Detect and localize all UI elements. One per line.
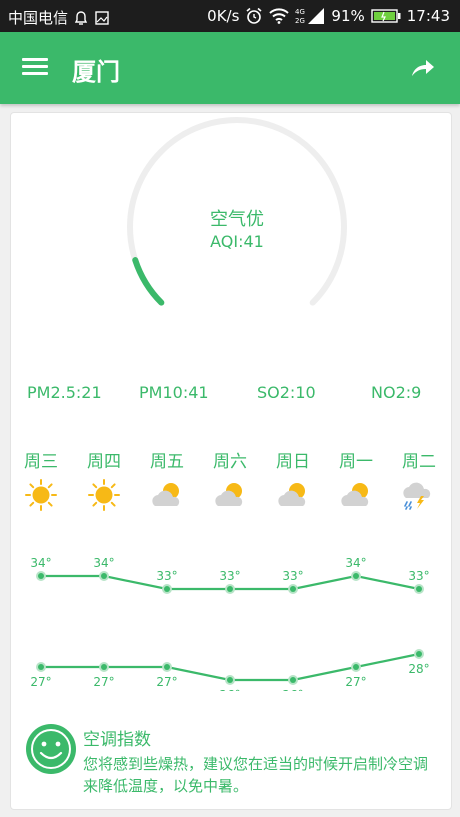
app-toolbar: 厦门: [0, 32, 460, 104]
forecast-day: 周二: [394, 447, 444, 512]
low-temp-point: [227, 677, 233, 683]
partly-cloudy-icon: [278, 483, 306, 506]
temperature-chart: 34° 34° 33° 33° 33° 34° 33° 27° 27° 27° 26° 26° 27° 2…: [30, 556, 429, 691]
high-temp-point: [227, 586, 233, 592]
forecast-day: 周六: [205, 447, 255, 512]
low-temp-point: [416, 651, 422, 657]
high-temp-label: 34°: [93, 556, 114, 570]
low-temp-point: [290, 677, 296, 683]
low-temp-point: [353, 664, 359, 670]
svg-text:4G: 4G: [295, 8, 305, 16]
low-temp-point: [164, 664, 170, 670]
forecast-day: 周四: [79, 447, 129, 512]
day-name: 周一: [339, 452, 373, 472]
ac-index-description: 您将感到些燥热，建议您在适当的时候开启制冷空调来降低温度，以免中暑。: [83, 755, 429, 795]
thunderstorm-icon: [403, 482, 431, 510]
wifi-icon: [269, 8, 290, 24]
high-temp-label: 34°: [30, 556, 51, 570]
notification-icon: [74, 10, 88, 25]
high-temp-point: [164, 586, 170, 592]
forecast-day: 周五: [142, 447, 192, 512]
weather-card: 空气优 AQI:41 PM2.5:21 PM10:41 SO2:10 NO2:9…: [10, 112, 452, 810]
ac-index-title: 空调指数: [83, 730, 151, 750]
high-temp-label: 33°: [219, 569, 240, 583]
image-icon: [95, 10, 109, 25]
high-temp-label: 33°: [282, 569, 303, 583]
sunny-icon: [88, 479, 120, 511]
low-temp-label: 27°: [93, 675, 114, 689]
forecast-day: 周三: [16, 447, 66, 512]
low-temp-point: [101, 664, 107, 670]
partly-cloudy-icon: [152, 483, 180, 506]
partly-cloudy-icon: [215, 483, 243, 506]
high-temp-point: [38, 573, 44, 579]
forecast-day: 周一: [331, 447, 381, 512]
low-temp-label: 27°: [345, 675, 366, 689]
high-temp-point: [416, 586, 422, 592]
high-temp-label: 34°: [345, 556, 366, 570]
low-temp-label: 27°: [156, 675, 177, 689]
low-temp-label: 26°: [219, 688, 240, 691]
pm10-value: PM10:41: [139, 383, 209, 402]
svg-text:2G: 2G: [295, 17, 305, 25]
alarm-icon: [246, 7, 262, 24]
high-temp-point: [290, 586, 296, 592]
low-temp-point: [38, 664, 44, 670]
pollutant-row: PM2.5:21 PM10:41 SO2:10 NO2:9: [11, 383, 451, 407]
battery-icon: [371, 9, 401, 23]
so2-value: SO2:10: [257, 383, 316, 402]
net-speed: 0K/s: [207, 7, 240, 25]
status-bar: 中国电信 0K/s 4G 2G 91% 17:43: [0, 0, 460, 32]
high-temp-label: 33°: [156, 569, 177, 583]
day-name: 周日: [276, 452, 310, 472]
low-temp-label: 27°: [30, 675, 51, 689]
day-name: 周四: [87, 452, 121, 472]
smiley-icon: [26, 724, 76, 774]
battery-percent: 91%: [331, 7, 365, 25]
share-icon[interactable]: [410, 56, 436, 80]
sunny-icon: [25, 479, 57, 511]
city-title: 厦门: [72, 58, 120, 86]
no2-value: NO2:9: [371, 383, 422, 402]
carrier-label: 中国电信: [8, 9, 69, 27]
low-temp-label: 28°: [408, 662, 429, 676]
ac-index: 空调指数 您将感到些燥热，建议您在适当的时候开启制冷空调来降低温度，以免中暑。: [25, 721, 445, 801]
low-temp-label: 26°: [282, 688, 303, 691]
menu-icon[interactable]: [22, 54, 48, 80]
pm25-value: PM2.5:21: [27, 383, 102, 402]
forecast-day: 周日: [268, 447, 318, 512]
day-name: 周六: [213, 452, 247, 472]
clock: 17:43: [406, 7, 450, 25]
partly-cloudy-icon: [341, 483, 369, 506]
aqi-value: AQI:41: [210, 232, 264, 251]
high-temp-label: 33°: [408, 569, 429, 583]
aqi-gauge-fill: [132, 257, 165, 306]
high-temp-point: [101, 573, 107, 579]
air-quality-status: 空气优: [210, 209, 264, 230]
high-temp-point: [353, 573, 359, 579]
day-name: 周五: [150, 452, 184, 472]
day-name: 周三: [24, 452, 58, 472]
signal-icon: 4G 2G: [295, 8, 325, 25]
day-name: 周二: [402, 452, 436, 472]
